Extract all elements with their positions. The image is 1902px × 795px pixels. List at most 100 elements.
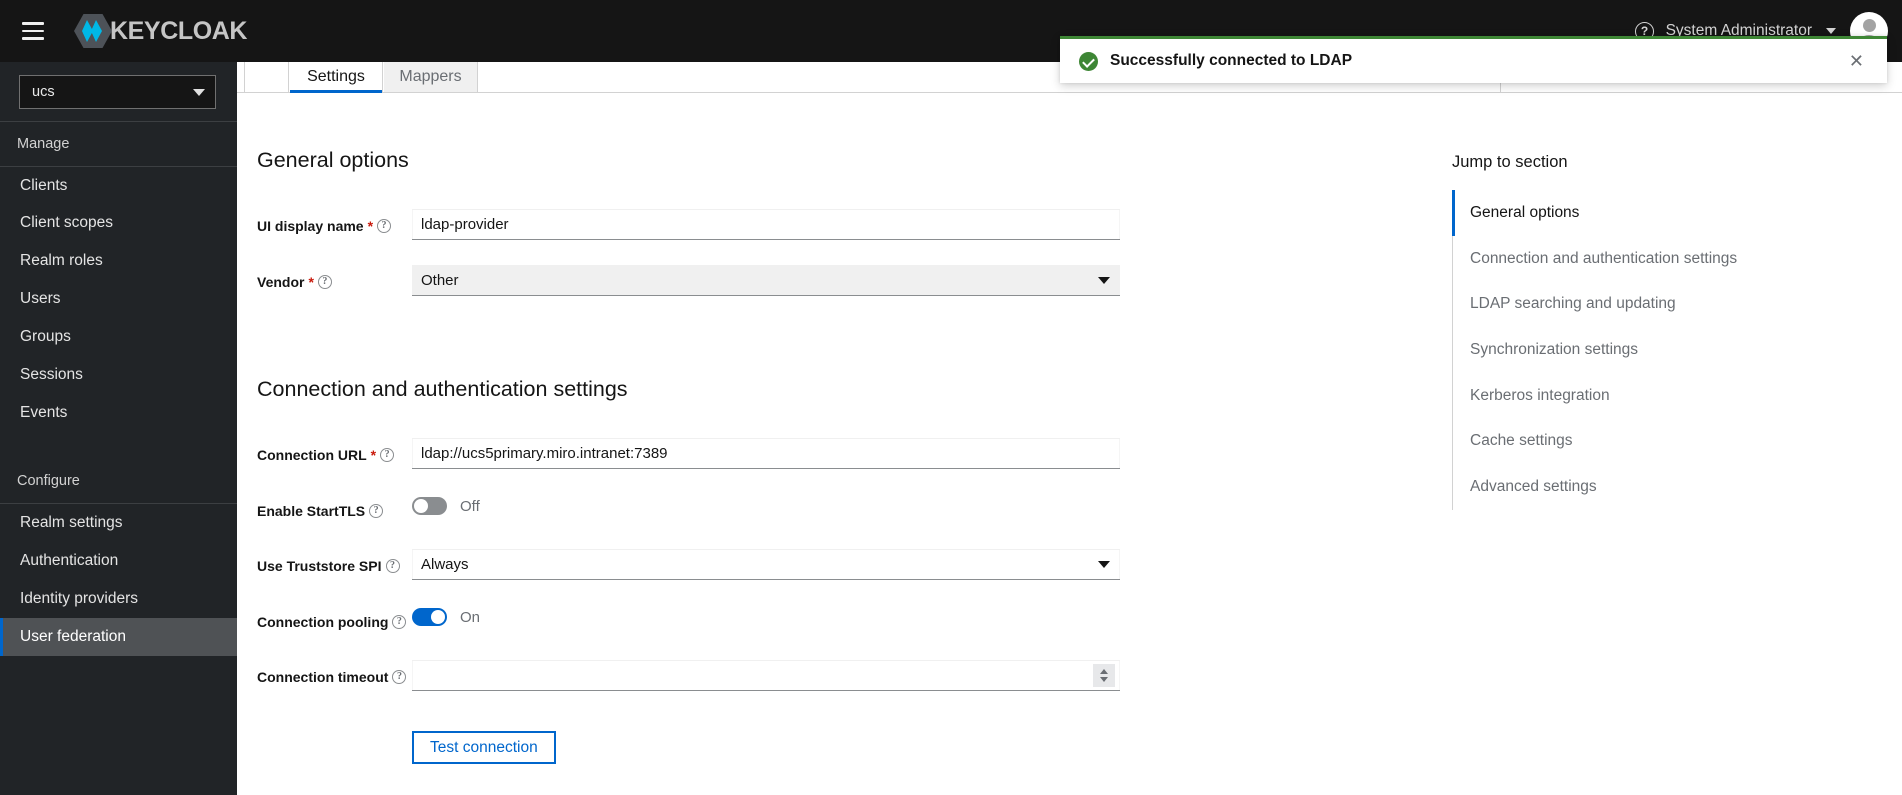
tab-mappers[interactable]: Mappers [384, 62, 478, 92]
keycloak-logo[interactable]: KEYCLOAK [74, 14, 247, 48]
field-ui-display-name: UI display name * ? [257, 209, 1397, 240]
sidebar-item-client-scopes[interactable]: Client scopes [0, 205, 237, 243]
enable-starttls-state: Off [460, 497, 480, 515]
toggle-knob [414, 499, 428, 513]
field-label-wrapper: Vendor * ? [257, 265, 412, 292]
field-label-wrapper: UI display name * ? [257, 209, 412, 236]
section-title-general-options: General options [257, 148, 409, 172]
close-icon[interactable]: ✕ [1843, 48, 1870, 74]
field-use-truststore-spi: Use Truststore SPI ? Always [257, 549, 1397, 580]
field-control: Always [412, 549, 1120, 580]
brand-text: KEYCLOAK [110, 16, 248, 45]
check-circle-icon [1079, 51, 1098, 71]
sidebar-item-realm-roles[interactable]: Realm roles [0, 243, 237, 281]
use-truststore-spi-select[interactable]: Always [412, 549, 1120, 580]
help-icon[interactable]: ? [369, 504, 384, 519]
hamburger-bar [22, 37, 44, 40]
sidebar-item-clients[interactable]: Clients [0, 167, 237, 205]
number-spinner-buttons[interactable] [1093, 663, 1115, 687]
toggle-row: Off [412, 494, 1120, 515]
jump-item-advanced-settings[interactable]: Advanced settings [1452, 464, 1902, 510]
help-icon[interactable]: ? [385, 559, 400, 574]
alert-message: Successfully connected to LDAP [1110, 52, 1353, 69]
required-indicator: * [367, 218, 374, 234]
tab-overflow-stub [244, 62, 289, 92]
sidebar-item-user-federation[interactable]: User federation [0, 618, 237, 657]
required-indicator: * [308, 274, 314, 290]
success-alert: Successfully connected to LDAP ✕ [1060, 36, 1887, 83]
connection-timeout-input[interactable] [412, 660, 1093, 690]
section-title-connection-auth: Connection and authentication settings [257, 377, 628, 401]
jump-item-general-options[interactable]: General options [1452, 190, 1902, 236]
main-content: Settings Mappers General options UI disp… [237, 62, 1902, 795]
connection-pooling-toggle[interactable] [412, 608, 447, 626]
chevron-down-icon[interactable] [1826, 28, 1836, 34]
hamburger-bar [22, 22, 44, 25]
sidebar-item-authentication[interactable]: Authentication [0, 542, 237, 580]
sidebar-item-groups[interactable]: Groups [0, 319, 237, 357]
jump-item-connection-and-authentication-settings[interactable]: Connection and authentication settings [1452, 236, 1902, 282]
jump-item-cache-settings[interactable]: Cache settings [1452, 418, 1902, 464]
sidebar-item-sessions[interactable]: Sessions [0, 357, 237, 395]
field-label-wrapper: Enable StartTLS ? [257, 494, 412, 521]
help-icon[interactable]: ? [392, 615, 407, 630]
chevron-down-icon [1098, 560, 1110, 568]
field-label-wrapper: Connection timeout ? [257, 660, 412, 687]
sidebar-item-identity-providers[interactable]: Identity providers [0, 580, 237, 618]
connection-url-input[interactable] [412, 438, 1120, 469]
required-indicator: * [370, 447, 377, 463]
vendor-select[interactable]: Other [412, 265, 1120, 296]
chevron-down-icon [193, 88, 205, 96]
field-control: On [412, 605, 1120, 626]
nav-group-title-configure: Configure [17, 473, 80, 490]
test-connection-button[interactable]: Test connection [412, 731, 556, 764]
enable-starttls-toggle[interactable] [412, 497, 447, 515]
field-connection-pooling: Connection pooling ? On [257, 605, 1397, 635]
toggle-row: On [412, 605, 1120, 626]
field-label-wrapper: Use Truststore SPI ? [257, 549, 412, 576]
label-enable-starttls: Enable StartTLS [257, 503, 366, 519]
help-icon[interactable]: ? [380, 448, 395, 463]
realm-selector-wrapper: ucs [0, 62, 237, 121]
field-control [412, 209, 1120, 240]
field-control [412, 660, 1120, 691]
field-connection-timeout: Connection timeout ? [257, 660, 1397, 691]
ui-display-name-input[interactable] [412, 209, 1120, 240]
hamburger-bar [22, 29, 44, 33]
sidebar-item-events[interactable]: Events [0, 395, 237, 433]
realm-selector-value: ucs [32, 84, 55, 100]
chevron-down-icon [1098, 276, 1110, 284]
field-connection-url: Connection URL * ? [257, 438, 1397, 469]
jump-to-section-panel: Jump to section General options Connecti… [1397, 93, 1902, 795]
field-enable-starttls: Enable StartTLS ? Off [257, 494, 1397, 524]
jump-item-kerberos-integration[interactable]: Kerberos integration [1452, 373, 1902, 419]
label-connection-timeout: Connection timeout [257, 669, 389, 685]
jump-item-synchronization-settings[interactable]: Synchronization settings [1452, 327, 1902, 373]
tab-settings[interactable]: Settings [290, 62, 383, 93]
help-icon[interactable]: ? [377, 219, 392, 234]
help-icon[interactable]: ? [392, 670, 407, 685]
sidebar-item-users[interactable]: Users [0, 281, 237, 319]
hamburger-menu-icon[interactable] [10, 8, 56, 54]
jump-to-section-list: General options Connection and authentic… [1452, 190, 1902, 510]
sidebar: ucs Manage Clients Client scopes Realm r… [0, 62, 237, 795]
vendor-select-value: Other [421, 271, 459, 289]
label-vendor: Vendor [257, 274, 305, 290]
sidebar-item-realm-settings[interactable]: Realm settings [0, 504, 237, 542]
field-control: Other [412, 265, 1120, 296]
field-control [412, 438, 1120, 469]
chevron-up-icon[interactable] [1100, 668, 1108, 674]
settings-form: General options UI display name * ? Vend… [237, 93, 1397, 795]
label-connection-url: Connection URL [257, 447, 367, 463]
label-connection-pooling: Connection pooling [257, 614, 389, 630]
label-use-truststore-spi: Use Truststore SPI [257, 558, 382, 574]
keycloak-logo-icon [74, 14, 112, 48]
help-icon[interactable]: ? [317, 275, 332, 290]
realm-selector[interactable]: ucs [19, 75, 216, 109]
connection-timeout-stepper [412, 660, 1120, 691]
jump-item-ldap-searching-and-updating[interactable]: LDAP searching and updating [1452, 281, 1902, 327]
nav-group-title-manage: Manage [17, 136, 70, 152]
toggle-knob [431, 610, 445, 624]
chevron-down-icon[interactable] [1100, 676, 1108, 682]
